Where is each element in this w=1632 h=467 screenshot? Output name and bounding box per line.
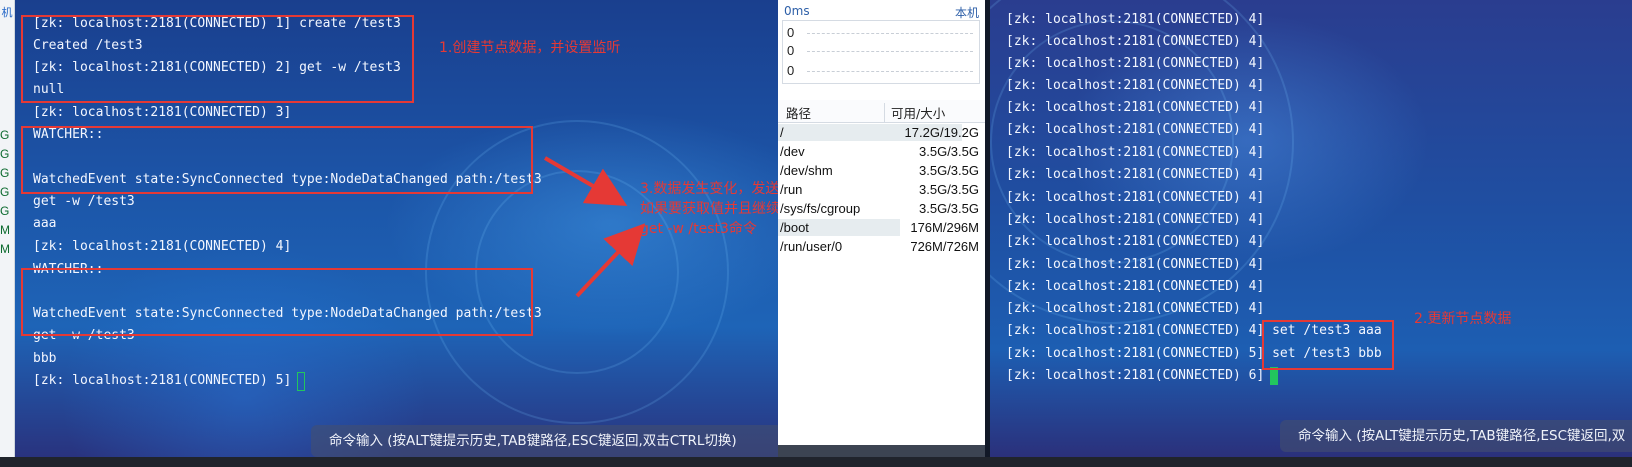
command-input-bar[interactable]: 命令输入 (按ALT键提示历史,TAB键路径,ESC键返回,双击CTRL切换) (311, 425, 778, 457)
disk-size: 726M/726M (910, 239, 979, 254)
net-value: 0 (787, 43, 795, 58)
terminal-line: [zk: localhost:2181(CONNECTED) 4] (1006, 56, 1265, 71)
arrow-to-annotation-top (543, 156, 628, 207)
disk-row[interactable]: /dev/shm 3.5G/3.5G (778, 161, 985, 180)
disk-path: /run (780, 182, 803, 197)
net-value: 0 (787, 25, 795, 40)
highlight-box-set-commands (1262, 320, 1394, 370)
terminal-line: [zk: localhost:2181(CONNECTED) 4] (1006, 234, 1265, 249)
left-strip-letter: G (0, 204, 10, 218)
latency-label: 0ms (784, 4, 810, 18)
disk-size: 3.5G/3.5G (919, 201, 979, 216)
left-strip-letter: G (0, 147, 10, 161)
annotation-arrows (543, 156, 646, 298)
disk-size: 176M/296M (910, 220, 979, 235)
graph-gridline (807, 71, 973, 72)
disk-path: /boot (780, 220, 809, 235)
disk-table-header: 路径 可用/大小 (778, 100, 985, 123)
terminal-line: [zk: localhost:2181(CONNECTED) 4] (1006, 212, 1265, 227)
system-info-panel: 0ms 本机 0 0 0 路径 可用/大小 / 17.2G/19.2G /dev 3… (778, 0, 985, 467)
left-strip-letter: G (0, 128, 10, 142)
right-terminal[interactable]: [zk: localhost:2181(CONNECTED) 4] [zk: l… (990, 0, 1632, 467)
disk-path: / (780, 125, 784, 140)
network-graph: 0 0 0 (782, 20, 980, 84)
disk-path: /dev/shm (780, 163, 833, 178)
terminal-line: [zk: localhost:2181(CONNECTED) 4] (1006, 301, 1265, 316)
net-value: 0 (787, 63, 795, 78)
arrow-to-annotation-bottom (575, 223, 646, 298)
left-strip-letter: M (0, 242, 10, 256)
disk-row[interactable]: /sys/fs/cgroup 3.5G/3.5G (778, 199, 985, 218)
disk-size: 3.5G/3.5G (919, 144, 979, 159)
disk-usage-table: 路径 可用/大小 / 17.2G/19.2G /dev 3.5G/3.5G /dev… (778, 100, 985, 256)
disk-path: /dev (780, 144, 805, 159)
left-strip-letter: M (0, 223, 10, 237)
terminal-line: [zk: localhost:2181(CONNECTED) 4] (1006, 78, 1265, 93)
terminal-line: [zk: localhost:2181(CONNECTED) 4] (1006, 100, 1265, 115)
terminal-line: [zk: localhost:2181(CONNECTED) 6] (1006, 368, 1265, 383)
left-strip-letter: G (0, 185, 10, 199)
disk-path: /run/user/0 (780, 239, 843, 254)
left-side-strip: 机 G G G G G M M (0, 0, 15, 467)
terminal-line: [zk: localhost:2181(CONNECTED) 4] (1006, 12, 1265, 27)
left-strip-letter: G (0, 166, 10, 180)
left-strip-tab[interactable]: 机 (0, 4, 14, 22)
terminal-line: [zk: localhost:2181(CONNECTED) 4] (1006, 190, 1265, 205)
terminal-line: [zk: localhost:2181(CONNECTED) 4] (1006, 167, 1265, 182)
terminal-line: [zk: localhost:2181(CONNECTED) 4] (1006, 122, 1265, 137)
left-strip-letters: G G G G G M M (0, 128, 14, 261)
terminal-line: [zk: localhost:2181(CONNECTED) 4] (1006, 145, 1265, 160)
column-header-size[interactable]: 可用/大小 (884, 103, 945, 122)
disk-size: 3.5G/3.5G (919, 163, 979, 178)
disk-row[interactable]: /run/user/0 726M/726M (778, 237, 985, 256)
graph-gridline (807, 33, 973, 34)
command-input-bar[interactable]: 命令输入 (按ALT键提示历史,TAB键路径,ESC键返回,双 (1280, 420, 1632, 452)
disk-size: 17.2G/19.2G (904, 125, 979, 140)
disk-row[interactable]: /dev 3.5G/3.5G (778, 142, 985, 161)
disk-size: 3.5G/3.5G (919, 182, 979, 197)
column-header-path[interactable]: 路径 (786, 103, 811, 122)
annotation-step-2: 2.更新节点数据 (1414, 311, 1512, 327)
bottom-status-strip (0, 457, 1632, 467)
host-label[interactable]: 本机 (955, 4, 979, 21)
terminal-line: [zk: localhost:2181(CONNECTED) 4] (1006, 257, 1265, 272)
disk-row[interactable]: /boot 176M/296M (778, 218, 985, 237)
graph-gridline (807, 51, 973, 52)
disk-row[interactable]: / 17.2G/19.2G (778, 123, 985, 142)
disk-path: /sys/fs/cgroup (780, 201, 861, 216)
left-terminal[interactable]: [zk: localhost:2181(CONNECTED) 1] create… (15, 0, 778, 467)
terminal-line: [zk: localhost:2181(CONNECTED) 4] (1006, 279, 1265, 294)
disk-row[interactable]: /run 3.5G/3.5G (778, 180, 985, 199)
terminal-line: [zk: localhost:2181(CONNECTED) 4] (1006, 34, 1265, 49)
